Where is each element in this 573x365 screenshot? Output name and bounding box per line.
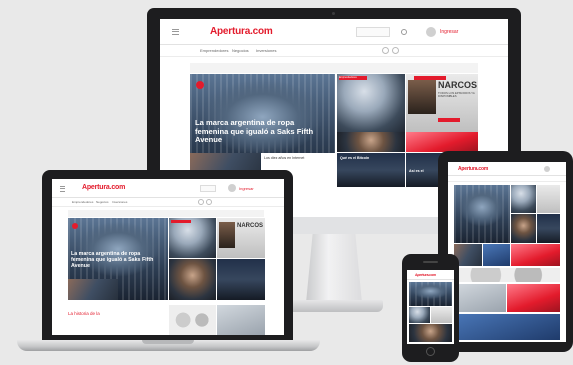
site-header: Apertura.com — [448, 162, 566, 176]
hero-tile[interactable] — [409, 282, 452, 306]
site-nav: Emprendedores Negocios Inversiones — [160, 45, 508, 57]
login-link[interactable]: Ingresar — [440, 29, 458, 35]
story-title[interactable]: Qué es el Bitcoin — [340, 156, 400, 160]
story-title[interactable]: Los diez años en Internet — [264, 156, 304, 160]
laptop-notch — [142, 340, 194, 344]
narcos-subtitle: TODOS LOS EPISODIOS YA DISPONIBLES — [438, 91, 475, 99]
narcos-portrait — [219, 222, 235, 248]
story-tile-light[interactable] — [454, 284, 506, 312]
menu-icon[interactable] — [60, 186, 65, 193]
story-tile-man[interactable] — [409, 324, 452, 342]
imac-camera — [332, 12, 335, 15]
phone-screen: Apertura.com — [407, 270, 454, 344]
story-tile-light[interactable] — [217, 305, 265, 335]
user-avatar[interactable] — [544, 166, 550, 172]
story-tile-vw[interactable]: Emprendedores — [337, 74, 405, 132]
story-tile-night[interactable] — [537, 214, 560, 243]
site-nav: Emprendedores Negocios Inversiones — [52, 198, 284, 207]
story-tile-man[interactable] — [511, 214, 536, 243]
tile-tag: Emprendedores — [339, 76, 367, 80]
site-header: Apertura.com Ingresar — [160, 19, 508, 45]
site-logo[interactable]: Apertura.com — [82, 184, 125, 191]
narcos-ad[interactable]: NARCOS TODOS LOS EPISODIOS YA DISPONIBLE… — [406, 74, 478, 132]
laptop-screen: Apertura.com Ingresar Emprendedores Nego… — [52, 179, 284, 335]
search-input[interactable] — [356, 27, 390, 37]
menu-icon[interactable] — [172, 29, 179, 36]
hero-headline[interactable]: La marca argentina de ropa femenina que … — [71, 251, 163, 269]
site-header: Apertura.com Ingresar — [52, 179, 284, 198]
story-tile-circles[interactable] — [169, 305, 216, 335]
story-tile-red[interactable] — [511, 244, 560, 266]
user-avatar[interactable] — [228, 184, 236, 192]
user-avatar[interactable] — [426, 27, 436, 37]
story-tile-red-2[interactable] — [507, 284, 560, 312]
story-tile-red[interactable] — [406, 132, 478, 152]
phone-speaker — [423, 261, 438, 263]
tablet-screen: Apertura.com — [448, 162, 566, 342]
story-tile-vw[interactable] — [511, 185, 536, 213]
narcos-portrait — [408, 80, 436, 114]
nav-item-inversiones[interactable]: Inversiones — [256, 48, 276, 53]
story-tile-man[interactable] — [337, 132, 405, 152]
social-icon[interactable] — [392, 47, 399, 54]
social-icon[interactable] — [382, 47, 389, 54]
play-icon[interactable] — [72, 223, 78, 229]
site-logo[interactable]: Apertura.com — [415, 273, 436, 277]
story-tile-vw[interactable] — [409, 307, 430, 323]
narcos-title: NARCOS — [438, 80, 478, 90]
login-link[interactable]: Ingresar — [239, 186, 254, 191]
narcos-cta-button[interactable] — [438, 118, 460, 122]
site-logo[interactable]: Apertura.com — [458, 166, 488, 172]
social-icon[interactable] — [206, 199, 212, 205]
ad-banner — [190, 63, 478, 73]
narcos-ad[interactable]: NARCOS — [217, 218, 265, 258]
story-tile-night[interactable]: Qué es el Bitcoin — [337, 153, 405, 187]
story-tile-man[interactable] — [169, 259, 216, 300]
imac-stand-foot — [285, 300, 383, 312]
nav-item-emprendedores[interactable]: Emprendedores — [200, 48, 228, 53]
section-block[interactable]: La historia de la — [68, 307, 164, 335]
ad-banner — [68, 210, 264, 217]
narcos-ad[interactable] — [431, 307, 452, 323]
site-logo[interactable]: Apertura.com — [210, 26, 273, 37]
story-tile-vw[interactable] — [169, 218, 216, 258]
narcos-ad[interactable] — [537, 185, 560, 213]
story-tile-blue[interactable] — [483, 244, 510, 266]
nav-item-emprendedores[interactable]: Emprendedores — [72, 200, 93, 204]
social-icon[interactable] — [198, 199, 204, 205]
nav-item-inversiones[interactable]: Inversiones — [112, 200, 127, 204]
site-header: Apertura.com — [407, 270, 454, 280]
play-icon[interactable] — [196, 81, 204, 89]
phone-home-button[interactable] — [426, 347, 435, 356]
site-nav — [448, 176, 566, 182]
story-tile-blue-2[interactable] — [454, 314, 560, 340]
search-input[interactable] — [200, 185, 216, 192]
tile-tag — [171, 220, 191, 223]
story-tile-crowd[interactable] — [68, 279, 118, 300]
nav-item-negocios[interactable]: Negocios — [96, 200, 109, 204]
story-tile-night[interactable] — [217, 259, 265, 300]
imac-stand-neck — [306, 233, 362, 303]
narcos-title: NARCOS — [237, 223, 264, 229]
hero-tile[interactable] — [454, 185, 510, 243]
section-title[interactable]: La historia de la — [68, 311, 100, 316]
story-row-circles[interactable] — [454, 268, 560, 282]
nav-item-negocios[interactable]: Negocios — [232, 48, 249, 53]
search-icon[interactable] — [401, 29, 407, 35]
hero-headline[interactable]: La marca argentina de ropa femenina que … — [195, 118, 325, 145]
